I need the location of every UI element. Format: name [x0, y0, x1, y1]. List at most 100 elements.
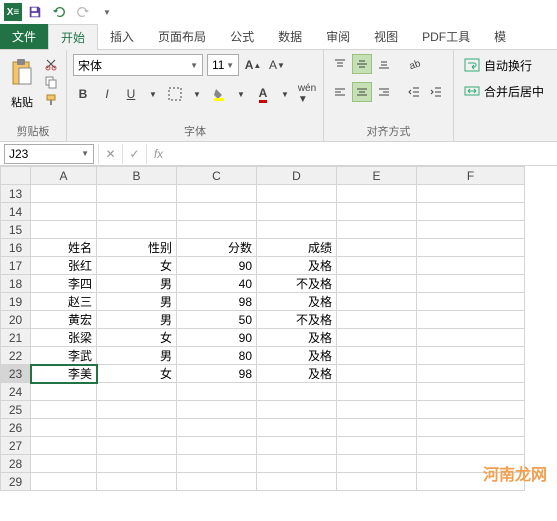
row-header-16[interactable]: 16 [1, 239, 31, 257]
cell-F26[interactable] [417, 419, 525, 437]
cell-C22[interactable]: 80 [177, 347, 257, 365]
row-header-17[interactable]: 17 [1, 257, 31, 275]
copy-button[interactable] [42, 74, 60, 90]
cell-E17[interactable] [337, 257, 417, 275]
redo-button[interactable] [72, 1, 94, 23]
cell-C23[interactable]: 98 [177, 365, 257, 383]
col-header-F[interactable]: F [417, 167, 525, 185]
wrap-text-button[interactable]: 自动换行 [460, 54, 536, 76]
cell-D15[interactable] [257, 221, 337, 239]
cell-C16[interactable]: 分数 [177, 239, 257, 257]
row-header-22[interactable]: 22 [1, 347, 31, 365]
col-header-C[interactable]: C [177, 167, 257, 185]
cell-A29[interactable] [31, 473, 97, 491]
underline-dropdown[interactable]: ▼ [145, 84, 161, 104]
orientation-button[interactable]: ab [404, 54, 424, 74]
cell-A27[interactable] [31, 437, 97, 455]
cell-A21[interactable]: 张梁 [31, 329, 97, 347]
cell-F27[interactable] [417, 437, 525, 455]
save-button[interactable] [24, 1, 46, 23]
cell-B23[interactable]: 女 [97, 365, 177, 383]
cell-E25[interactable] [337, 401, 417, 419]
cell-E20[interactable] [337, 311, 417, 329]
row-header-20[interactable]: 20 [1, 311, 31, 329]
cell-D13[interactable] [257, 185, 337, 203]
cell-C18[interactable]: 40 [177, 275, 257, 293]
format-painter-button[interactable] [42, 92, 60, 108]
font-name-select[interactable]: 宋体▼ [73, 54, 203, 76]
tab-more[interactable]: 模 [482, 24, 518, 49]
cell-A13[interactable] [31, 185, 97, 203]
cell-E18[interactable] [337, 275, 417, 293]
cell-B15[interactable] [97, 221, 177, 239]
cell-A22[interactable]: 李武 [31, 347, 97, 365]
cell-E27[interactable] [337, 437, 417, 455]
cell-B16[interactable]: 性别 [97, 239, 177, 257]
cell-A25[interactable] [31, 401, 97, 419]
cell-B25[interactable] [97, 401, 177, 419]
cell-E13[interactable] [337, 185, 417, 203]
align-right-button[interactable] [374, 82, 394, 102]
cell-F19[interactable] [417, 293, 525, 311]
cell-C17[interactable]: 90 [177, 257, 257, 275]
cell-E15[interactable] [337, 221, 417, 239]
cell-F23[interactable] [417, 365, 525, 383]
cell-E22[interactable] [337, 347, 417, 365]
cell-D14[interactable] [257, 203, 337, 221]
cell-F14[interactable] [417, 203, 525, 221]
cell-D27[interactable] [257, 437, 337, 455]
cell-A16[interactable]: 姓名 [31, 239, 97, 257]
cell-B24[interactable] [97, 383, 177, 401]
font-color-button[interactable]: A [253, 84, 273, 104]
cell-D22[interactable]: 及格 [257, 347, 337, 365]
align-top-button[interactable] [330, 54, 350, 74]
cancel-formula-button[interactable]: ✕ [98, 144, 122, 164]
font-color-dropdown[interactable]: ▼ [277, 84, 293, 104]
row-header-25[interactable]: 25 [1, 401, 31, 419]
row-header-23[interactable]: 23 [1, 365, 31, 383]
col-header-A[interactable]: A [31, 167, 97, 185]
cell-D23[interactable]: 及格 [257, 365, 337, 383]
cell-F28[interactable] [417, 455, 525, 473]
align-left-button[interactable] [330, 82, 350, 102]
row-header-28[interactable]: 28 [1, 455, 31, 473]
cell-B18[interactable]: 男 [97, 275, 177, 293]
cell-B20[interactable]: 男 [97, 311, 177, 329]
tab-data[interactable]: 数据 [266, 24, 314, 49]
fill-color-dropdown[interactable]: ▼ [233, 84, 249, 104]
cell-D29[interactable] [257, 473, 337, 491]
cell-C15[interactable] [177, 221, 257, 239]
cell-B26[interactable] [97, 419, 177, 437]
cell-F21[interactable] [417, 329, 525, 347]
cell-B29[interactable] [97, 473, 177, 491]
phonetic-button[interactable]: wén▼ [297, 84, 317, 104]
cell-D19[interactable]: 及格 [257, 293, 337, 311]
cell-F25[interactable] [417, 401, 525, 419]
row-header-29[interactable]: 29 [1, 473, 31, 491]
cell-C28[interactable] [177, 455, 257, 473]
cell-B13[interactable] [97, 185, 177, 203]
cell-E14[interactable] [337, 203, 417, 221]
tab-layout[interactable]: 页面布局 [146, 24, 218, 49]
cell-A20[interactable]: 黄宏 [31, 311, 97, 329]
cell-F13[interactable] [417, 185, 525, 203]
cell-D17[interactable]: 及格 [257, 257, 337, 275]
border-dropdown[interactable]: ▼ [189, 84, 205, 104]
cell-B14[interactable] [97, 203, 177, 221]
align-bottom-button[interactable] [374, 54, 394, 74]
cell-B17[interactable]: 女 [97, 257, 177, 275]
cell-F18[interactable] [417, 275, 525, 293]
cell-F29[interactable] [417, 473, 525, 491]
qat-customize-dropdown[interactable]: ▼ [96, 1, 118, 23]
tab-view[interactable]: 视图 [362, 24, 410, 49]
merge-center-button[interactable]: 合并后居中 [460, 80, 548, 102]
row-header-14[interactable]: 14 [1, 203, 31, 221]
cell-E29[interactable] [337, 473, 417, 491]
formula-input[interactable] [170, 144, 557, 164]
row-header-27[interactable]: 27 [1, 437, 31, 455]
bold-button[interactable]: B [73, 84, 93, 104]
align-center-button[interactable] [352, 82, 372, 102]
cell-D25[interactable] [257, 401, 337, 419]
cell-C26[interactable] [177, 419, 257, 437]
row-header-15[interactable]: 15 [1, 221, 31, 239]
